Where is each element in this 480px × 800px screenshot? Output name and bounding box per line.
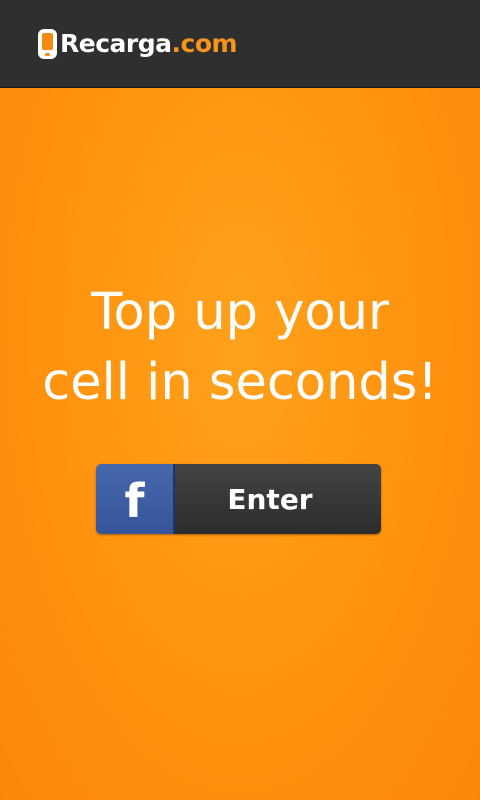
- app-screen: Recarga.com Top up your cell in seconds!…: [0, 0, 480, 800]
- phone-button: [45, 53, 50, 56]
- phone-icon: [38, 29, 57, 59]
- facebook-logo-block: f: [96, 464, 175, 534]
- headline-line-1: Top up your: [91, 283, 389, 342]
- logo-text: Recarga.com: [60, 27, 238, 61]
- facebook-enter-button[interactable]: f Enter: [96, 464, 381, 534]
- facebook-f-icon: f: [124, 474, 145, 528]
- headline: Top up your cell in seconds!: [0, 278, 480, 418]
- headline-line-2: cell in seconds!: [42, 353, 438, 412]
- phone-screen: [42, 33, 53, 50]
- recarga-logo: Recarga.com: [38, 27, 238, 61]
- logo-main-text: Recarga: [60, 29, 172, 58]
- top-bar: Recarga.com: [0, 0, 480, 88]
- logo-suffix-text: .com: [171, 29, 238, 58]
- enter-label: Enter: [175, 464, 381, 534]
